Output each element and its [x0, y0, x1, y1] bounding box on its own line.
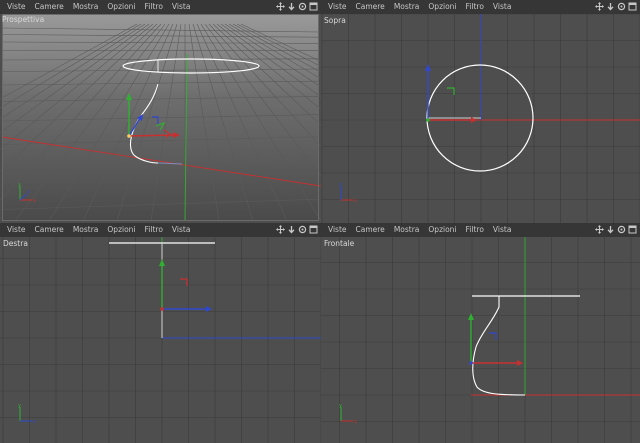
menu-opzioni[interactable]: Opzioni	[428, 0, 456, 14]
gizmo-x-arrow	[517, 360, 523, 366]
menu-mostra[interactable]: Mostra	[394, 223, 420, 237]
menu-mostra[interactable]: Mostra	[394, 0, 420, 14]
menu-viste[interactable]: Viste	[7, 0, 26, 14]
viewport-menu: Viste Camere Mostra Opzioni Filtro Vista	[0, 0, 190, 14]
gizmo-handle	[447, 87, 455, 95]
viewport-perspective[interactable]: Viste Camere Mostra Opzioni Filtro Vista	[0, 0, 321, 223]
maximize-icon[interactable]	[628, 225, 637, 234]
menu-camere[interactable]: Camere	[35, 0, 64, 14]
maximize-icon[interactable]	[309, 225, 318, 234]
viewport-label-top: Sopra	[324, 16, 346, 25]
menu-filtro[interactable]: Filtro	[466, 0, 484, 14]
profile-spline	[472, 296, 526, 396]
viewport-menu: Viste Camere Mostra Opzioni Filtro Vista	[0, 223, 190, 237]
world-axis-z-label: z	[339, 182, 342, 188]
menu-camere[interactable]: Camere	[35, 223, 64, 237]
viewport-menubar: Viste Camere Mostra Opzioni Filtro Vista	[0, 0, 321, 14]
zoom-icon[interactable]	[287, 225, 296, 234]
menu-camere[interactable]: Camere	[356, 223, 385, 237]
viewport-layout: Viste Camere Mostra Opzioni Filtro Vista	[0, 0, 640, 443]
world-axis-y-label: y	[18, 403, 21, 409]
world-axis-y-label: y	[339, 403, 342, 409]
menu-opzioni[interactable]: Opzioni	[107, 223, 135, 237]
viewport-canvas[interactable]: y z	[0, 237, 321, 443]
viewport-front[interactable]: Viste Camere Mostra Opzioni Filtro Vista y x	[321, 223, 640, 443]
viewport-label-right: Destra	[3, 239, 28, 248]
viewport-menu: Viste Camere Mostra Opzioni Filtro Vista	[321, 223, 511, 237]
gizmo-center	[426, 118, 430, 122]
viewport-canvas[interactable]: z x	[321, 14, 640, 223]
world-axis-x-label: x	[354, 419, 357, 425]
viewport-tools	[595, 2, 637, 11]
maximize-icon[interactable]	[309, 2, 318, 11]
move-icon[interactable]	[595, 225, 604, 234]
menu-opzioni[interactable]: Opzioni	[107, 0, 135, 14]
menu-opzioni[interactable]: Opzioni	[428, 223, 456, 237]
menu-mostra[interactable]: Mostra	[73, 0, 99, 14]
menu-filtro[interactable]: Filtro	[145, 0, 163, 14]
perspective-frame	[2, 14, 319, 221]
viewport-tools	[276, 2, 318, 11]
maximize-icon[interactable]	[628, 2, 637, 11]
gizmo-z-arrow	[206, 306, 212, 312]
gizmo-handle	[489, 332, 497, 340]
zoom-icon[interactable]	[606, 2, 615, 11]
rotate-icon[interactable]	[298, 2, 307, 11]
rotate-icon[interactable]	[617, 225, 626, 234]
viewport-menubar: Viste Camere Mostra Opzioni Filtro Vista	[321, 0, 640, 14]
move-icon[interactable]	[276, 2, 285, 11]
viewport-tools	[595, 225, 637, 234]
front-scene: y x	[321, 237, 640, 443]
menu-viste[interactable]: Viste	[328, 0, 347, 14]
viewport-menubar: Viste Camere Mostra Opzioni Filtro Vista	[321, 223, 640, 237]
zoom-icon[interactable]	[287, 2, 296, 11]
right-scene: y z	[0, 237, 321, 443]
menu-vista[interactable]: Vista	[493, 223, 512, 237]
move-icon[interactable]	[595, 2, 604, 11]
top-scene: z x	[321, 14, 640, 223]
viewport-label-front: Frontale	[324, 239, 355, 248]
gizmo-center	[469, 361, 473, 365]
menu-filtro[interactable]: Filtro	[145, 223, 163, 237]
viewport-menu: Viste Camere Mostra Opzioni Filtro Vista	[321, 0, 511, 14]
menu-vista[interactable]: Vista	[172, 0, 191, 14]
move-icon[interactable]	[276, 225, 285, 234]
menu-vista[interactable]: Vista	[493, 0, 512, 14]
viewport-label-perspective: Prospettiva	[2, 15, 45, 24]
world-axis-x-label: x	[354, 198, 357, 204]
menu-mostra[interactable]: Mostra	[73, 223, 99, 237]
menu-camere[interactable]: Camere	[356, 0, 385, 14]
viewport-top[interactable]: Viste Camere Mostra Opzioni Filtro Vista z x	[321, 0, 640, 223]
menu-filtro[interactable]: Filtro	[466, 223, 484, 237]
front-grid	[321, 237, 640, 443]
zoom-icon[interactable]	[606, 225, 615, 234]
gizmo-y-arrow	[468, 313, 474, 320]
gizmo-center	[160, 307, 164, 311]
menu-viste[interactable]: Viste	[7, 223, 26, 237]
gizmo-z-arrow	[425, 64, 431, 71]
viewport-tools	[276, 225, 318, 234]
rotate-icon[interactable]	[298, 225, 307, 234]
right-grid	[0, 237, 321, 443]
viewport-canvas[interactable]: y x	[321, 237, 640, 443]
rotate-icon[interactable]	[617, 2, 626, 11]
gizmo-y-arrow	[159, 259, 165, 266]
viewport-right[interactable]: Viste Camere Mostra Opzioni Filtro Vista y z	[0, 223, 321, 443]
menu-viste[interactable]: Viste	[328, 223, 347, 237]
world-axis-z-label: z	[33, 419, 36, 425]
menu-vista[interactable]: Vista	[172, 223, 191, 237]
viewport-menubar: Viste Camere Mostra Opzioni Filtro Vista	[0, 223, 321, 237]
